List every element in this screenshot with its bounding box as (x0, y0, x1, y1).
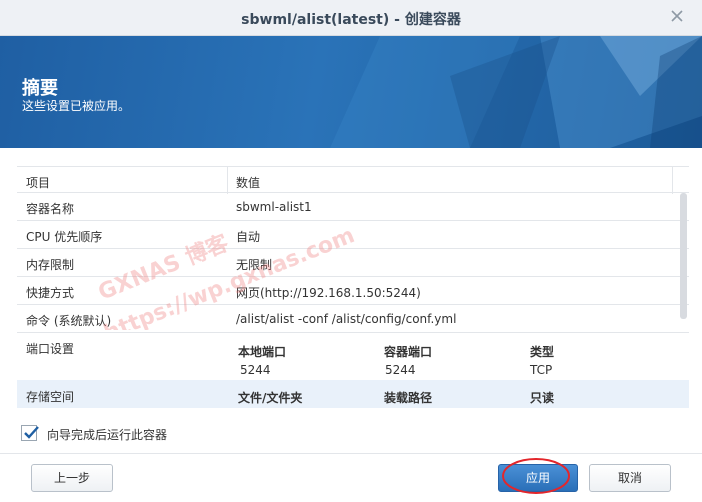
row-key: 容器名称 (26, 202, 75, 216)
run-after-wizard-label[interactable]: 向导完成后运行此容器 (47, 426, 167, 443)
ports-container-value: 5244 (385, 363, 416, 377)
cancel-button[interactable]: 取消 (589, 464, 671, 492)
footer-divider (0, 453, 702, 454)
row-key: 命令 (系统默认) (26, 314, 112, 328)
header-divider (227, 167, 228, 194)
apply-button[interactable]: 应用 (498, 464, 578, 492)
table-row: 容器名称 sbwml-alist1 (17, 193, 689, 221)
ports-local-value: 5244 (240, 363, 271, 377)
storage-header-readonly: 只读 (530, 391, 555, 405)
window-title: sbwml/alist(latest) - 创建容器 (241, 12, 461, 28)
banner-subtitle: 这些设置已被应用。 (22, 99, 131, 113)
table-row: CPU 优先顺序 自动 (17, 221, 689, 249)
storage-header-file: 文件/文件夹 (238, 391, 303, 405)
table-row: 快捷方式 网页(http://192.168.1.50:5244) (17, 277, 689, 305)
row-key: CPU 优先顺序 (26, 230, 103, 244)
summary-table: 项目 数值 容器名称 sbwml-alist1 CPU 优先顺序 自动 内存限制… (17, 166, 689, 412)
table-row: 命令 (系统默认) /alist/alist -conf /alist/conf… (17, 305, 689, 333)
row-key: 内存限制 (26, 258, 75, 272)
header-item: 项目 (26, 176, 51, 190)
header-divider-end (672, 167, 673, 194)
checkmark-icon (24, 426, 39, 439)
window-titlebar: sbwml/alist(latest) - 创建容器 (0, 0, 702, 36)
table-row: 内存限制 无限制 (17, 249, 689, 277)
ports-type-value: TCP (530, 363, 553, 377)
storage-row[interactable]: 存储空间 文件/文件夹 装载路径 只读 (17, 380, 689, 408)
storage-header-mount: 装载路径 (384, 391, 433, 405)
row-value: 无限制 (236, 258, 273, 272)
previous-button[interactable]: 上一步 (31, 464, 113, 492)
close-icon[interactable] (670, 9, 686, 25)
header-value: 数值 (236, 176, 261, 190)
row-value: 网页(http://192.168.1.50:5244) (236, 286, 421, 300)
table-scrollbar[interactable] (680, 193, 687, 319)
row-value: sbwml-alist1 (236, 200, 312, 214)
row-value: 自动 (236, 230, 261, 244)
ports-key: 端口设置 (26, 342, 75, 356)
summary-banner: 摘要 这些设置已被应用。 (0, 36, 702, 148)
table-header: 项目 数值 (17, 166, 689, 194)
ports-header-local: 本地端口 (238, 345, 287, 359)
ports-header-container: 容器端口 (384, 345, 433, 359)
row-key: 快捷方式 (26, 286, 75, 300)
ports-header-type: 类型 (530, 345, 555, 359)
storage-key: 存储空间 (26, 390, 75, 404)
row-value: /alist/alist -conf /alist/config/conf.ym… (236, 312, 457, 326)
ports-row: 端口设置 本地端口 容器端口 类型 5244 5244 TCP (17, 333, 689, 380)
run-after-wizard-checkbox[interactable] (21, 425, 39, 441)
